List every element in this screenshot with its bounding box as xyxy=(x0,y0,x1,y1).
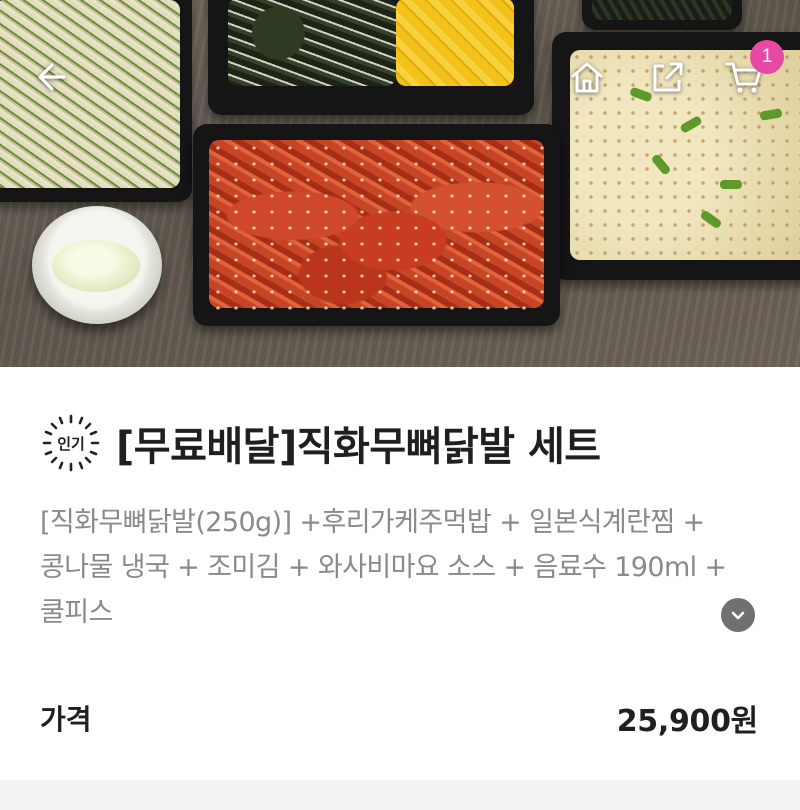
home-button[interactable] xyxy=(565,55,609,99)
popular-badge-label: 인기 xyxy=(57,434,85,453)
chicken-feet-tray xyxy=(193,124,560,326)
wasabi-mayo-cup xyxy=(32,206,162,324)
chevron-down-icon xyxy=(731,611,745,620)
expand-description-button[interactable] xyxy=(721,598,755,632)
home-icon xyxy=(571,62,603,93)
cart-count-badge: 1 xyxy=(750,40,784,74)
back-button[interactable] xyxy=(28,55,72,99)
price-value: 25,900원 xyxy=(616,704,759,739)
product-description: [직화무뼈닭발(250g)] +후리가케주먹밥 + 일본식계란찜 + 콩나물 냉… xyxy=(40,507,727,628)
rice-ball-tray xyxy=(208,0,534,115)
price-label: 가격 xyxy=(40,703,92,736)
arrow-left-icon xyxy=(38,63,66,91)
section-divider xyxy=(0,780,800,810)
popular-badge: 인기 xyxy=(40,412,102,474)
product-title: [무료배달]직화무뼈닭발 세트 xyxy=(116,424,601,470)
bean-sprout-tray xyxy=(0,0,192,202)
price-row: 가격 25,900원 xyxy=(40,696,758,740)
product-title-row: 인기 [무료배달]직화무뼈닭발 세트 xyxy=(40,412,780,474)
seasoned-laver-tray xyxy=(582,0,742,30)
share-button[interactable] xyxy=(645,55,689,99)
share-icon xyxy=(653,62,683,92)
